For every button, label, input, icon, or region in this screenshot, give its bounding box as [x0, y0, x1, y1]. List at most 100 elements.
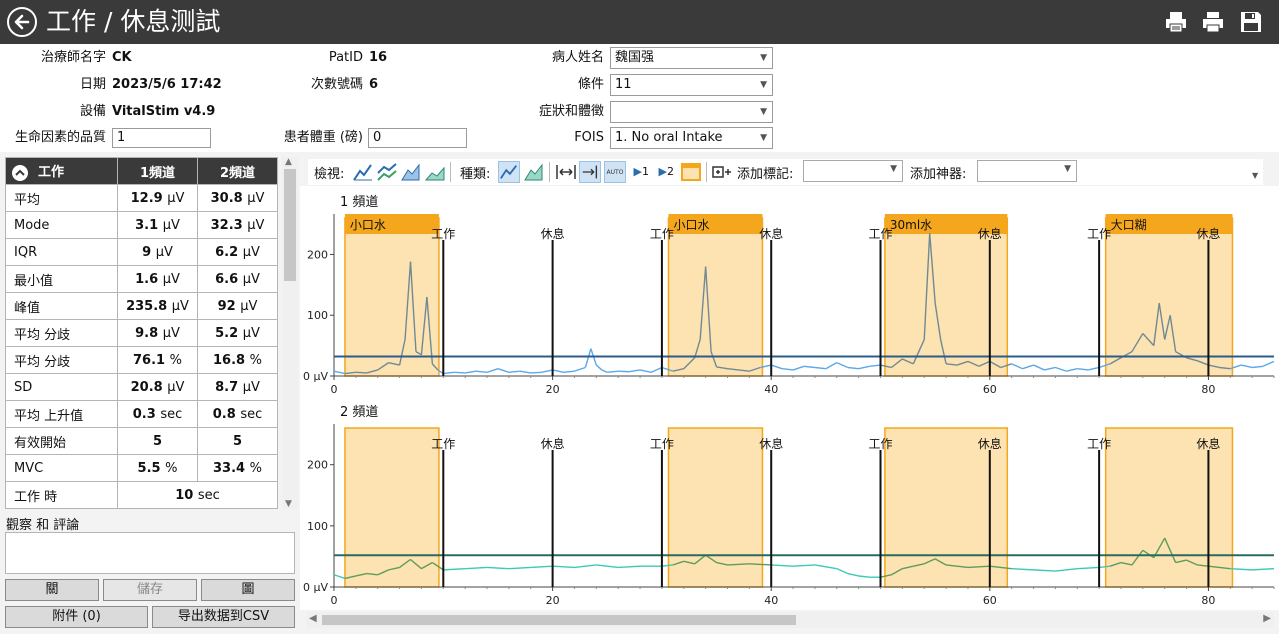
stats-ch1-cell: 235.8 µV: [117, 292, 198, 320]
chart-scroll-thumb[interactable]: [322, 615, 796, 625]
patid-label: PatID: [328, 50, 363, 65]
event-marker-label: 休息: [759, 436, 783, 451]
view-filled-icon[interactable]: [400, 161, 422, 183]
symptoms-select[interactable]: ▼: [610, 101, 773, 123]
event-marker-label: 工作: [1087, 437, 1111, 451]
add-marker-icon[interactable]: [710, 161, 732, 183]
signal-segment: [782, 368, 794, 371]
qol-input[interactable]: 1: [112, 128, 211, 148]
signal-segment: [508, 566, 531, 570]
zoom-range-icon[interactable]: [579, 161, 601, 183]
fois-select[interactable]: 1. No oral Intake ▼: [610, 127, 773, 149]
chart-horizontal-scrollbar[interactable]: ◀ ▶: [306, 612, 1274, 628]
play-icon: ▶: [658, 165, 667, 178]
event-marker-label: 休息: [978, 436, 1002, 451]
print-preview-icon[interactable]: [1164, 10, 1188, 34]
signal-segment: [836, 361, 849, 369]
arrow-left-icon: [14, 14, 30, 30]
save-icon[interactable]: [1239, 10, 1263, 34]
stats-ch2-cell: 30.8 µV: [197, 184, 278, 212]
add-device-select[interactable]: ▼: [977, 160, 1077, 182]
signal-segment: [618, 565, 641, 569]
channel-1-button[interactable]: ▶1: [629, 161, 651, 183]
device-value: VitalStim v4.9: [112, 104, 216, 119]
toolbar-divider: [549, 162, 550, 182]
observations-input[interactable]: [5, 532, 295, 574]
stats-scroll-thumb[interactable]: [284, 169, 296, 281]
patient-name-value: 魏国强: [615, 50, 655, 65]
signal-segment: [1077, 368, 1089, 371]
view-stacked-icon[interactable]: [376, 161, 398, 183]
auto-scale-button[interactable]: AUTO: [604, 161, 626, 183]
scroll-left-icon[interactable]: ◀: [309, 613, 317, 624]
signal-segment: [847, 366, 859, 370]
stats-header-ch2: 2頻道: [197, 157, 278, 185]
stats-ch2-value: 33.4: [213, 460, 246, 476]
stats-row: 有效開始 5 5: [5, 427, 278, 455]
fit-width-icon[interactable]: [555, 161, 577, 183]
attachments-button[interactable]: 附件 (0): [5, 606, 148, 628]
printer-icon[interactable]: [1201, 10, 1225, 34]
weight-label: 患者體重 (磅): [283, 130, 363, 145]
statistics-header-row: 工作 1頻道 2頻道: [5, 157, 278, 185]
stats-ch1-value: 12.9: [130, 190, 163, 206]
event-marker-label: 工作: [1087, 227, 1111, 241]
signal-segment: [595, 364, 603, 371]
add-marker-select[interactable]: ▼: [803, 160, 903, 182]
chart-button[interactable]: 圖: [201, 579, 295, 601]
observations-label: 觀察 和 評論: [6, 518, 80, 533]
view-line-icon[interactable]: [352, 161, 374, 183]
patient-name-select[interactable]: 魏国强 ▼: [610, 47, 773, 69]
close-button[interactable]: 關: [5, 579, 99, 601]
type-area-icon[interactable]: [523, 161, 545, 183]
signal-segment: [486, 566, 509, 570]
qol-label: 生命因素的品質: [14, 130, 106, 145]
signal-segment: [552, 565, 575, 569]
collapse-up-icon[interactable]: [12, 164, 28, 181]
signal-segment: [519, 370, 531, 374]
signal-segment: [814, 564, 837, 570]
title-bar: 工作 / 休息测試: [0, 0, 1279, 44]
stats-ch1-value: 235.8: [126, 298, 168, 314]
stats-ch2-value: 5.2: [215, 325, 239, 341]
type-line-icon[interactable]: [498, 161, 520, 183]
channel-2-button[interactable]: ▶2: [654, 161, 676, 183]
stats-ch2-value: 16.8: [213, 352, 246, 368]
condition-select[interactable]: 11 ▼: [610, 74, 773, 96]
stats-ch1-unit: µV: [171, 298, 189, 314]
signal-segment: [1066, 368, 1078, 372]
stats-scrollbar[interactable]: ▲ ▼: [282, 157, 298, 509]
emg-charts: 1 頻道小口水 小口水 30ml水 大口糊0 µV1002000 20 40 60 80工作休…: [303, 195, 1275, 607]
stats-ch1-unit: µV: [162, 271, 180, 287]
export-csv-button[interactable]: 导出数据到CSV: [152, 606, 295, 628]
signal-segment: [847, 572, 859, 577]
chevron-down-icon: ▼: [760, 107, 767, 117]
stats-ch1-unit: µV: [162, 217, 180, 233]
event-marker-label: 休息: [978, 226, 1002, 241]
highlight-periods-icon[interactable]: [680, 161, 702, 183]
back-button[interactable]: [7, 7, 37, 37]
event-marker-label: 工作: [650, 437, 674, 451]
save-button[interactable]: 儲存: [103, 579, 197, 601]
x-tick-label: 40: [764, 594, 778, 607]
scroll-right-icon[interactable]: ▶: [1263, 613, 1271, 624]
stats-row: 平均 上升值 0.3 sec 0.8 sec: [5, 400, 278, 428]
toolbar-overflow-icon[interactable]: ▼: [1252, 171, 1258, 180]
statistics-body: 平均 12.9 µV 30.8 µV Mode 3.1 µV 32.3 µV IQR 9 µV…: [5, 184, 278, 509]
signal-segment: [584, 348, 592, 368]
stats-ch2-unit: µV: [240, 298, 258, 314]
scroll-down-icon[interactable]: ▼: [285, 499, 292, 509]
stats-ch2-value: 30.8: [210, 190, 243, 206]
event-marker-label: 休息: [1196, 226, 1220, 241]
stats-ch1-value: 1.6: [135, 271, 159, 287]
work-time-cell: 10 sec: [117, 481, 278, 509]
stats-ch1-value: 3.1: [135, 217, 159, 233]
session-number-label: 次數號碼: [310, 77, 363, 92]
fois-value: 1. No oral Intake: [615, 130, 723, 145]
weight-input[interactable]: 0: [368, 128, 467, 148]
stats-row: 最小值 1.6 µV 6.6 µV: [5, 265, 278, 293]
scroll-up-icon[interactable]: ▲: [285, 157, 292, 167]
y-tick-label: 0 µV: [303, 370, 328, 383]
stats-ch1-unit: sec: [160, 406, 183, 422]
view-green-icon[interactable]: [424, 161, 446, 183]
